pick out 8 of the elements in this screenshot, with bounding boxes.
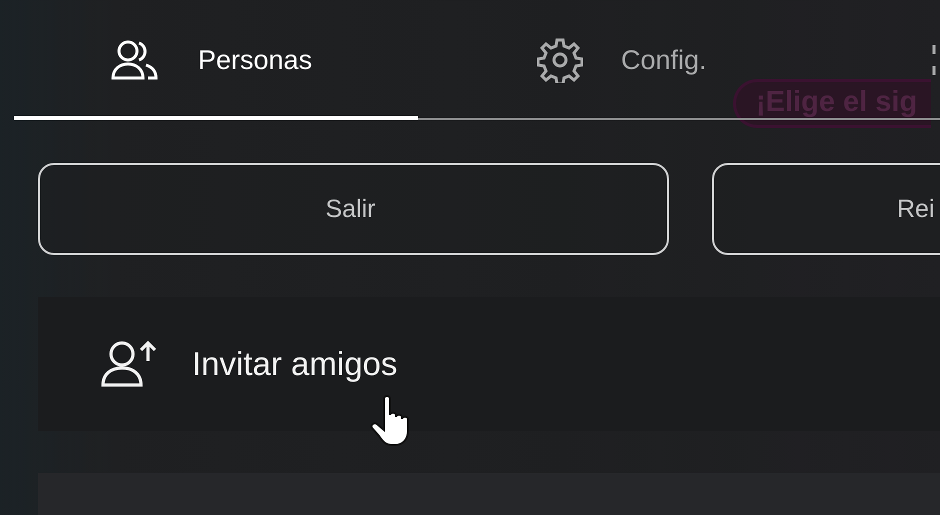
tab[interactable]: Config. [537, 37, 707, 83]
menu-button[interactable]: Rei [712, 163, 940, 255]
hand-cursor-icon [370, 395, 412, 447]
people-icon [110, 38, 160, 82]
add-person-icon [100, 339, 158, 389]
tab[interactable]: Personas [110, 38, 312, 82]
settings-icon [537, 37, 583, 83]
menu-button[interactable]: Salir [38, 163, 669, 255]
